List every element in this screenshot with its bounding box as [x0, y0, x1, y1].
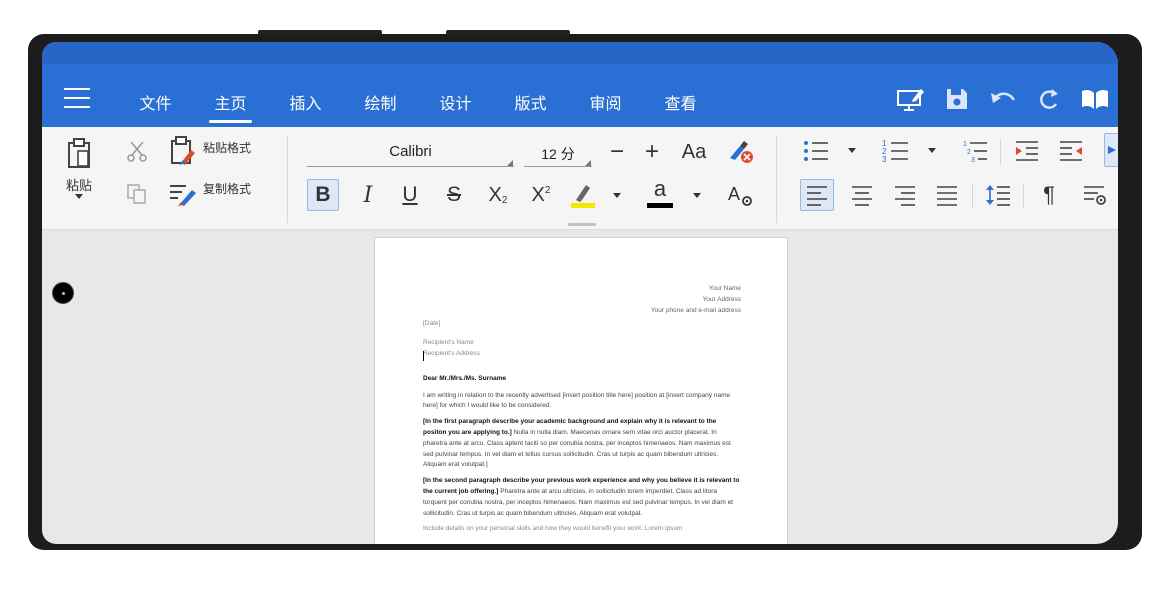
paragraph-one: [In the first paragraph describe your ac… — [423, 417, 741, 471]
divider — [1023, 183, 1024, 209]
cut-icon[interactable] — [124, 139, 150, 163]
save-icon[interactable] — [934, 84, 980, 114]
recipient-address: Recipient's Address — [423, 349, 480, 357]
font-size-field[interactable]: 12 分 — [524, 141, 592, 167]
tab-review[interactable]: 审阅 — [568, 87, 643, 123]
ribbon-collapse-handle[interactable] — [568, 223, 596, 226]
underline-button[interactable]: U — [394, 179, 426, 211]
paste-icon[interactable] — [66, 137, 92, 169]
change-case-button[interactable]: Aa — [679, 139, 709, 165]
highlight-icon[interactable] — [566, 179, 600, 211]
format-painter-icon[interactable] — [168, 179, 198, 207]
font-color-letter: a — [653, 176, 667, 201]
paste-label[interactable]: 粘贴 — [66, 175, 92, 194]
document-body: Your Name Your Address Your phone and e-… — [423, 284, 741, 535]
increase-indent-icon[interactable] — [1012, 137, 1042, 165]
tab-home[interactable]: 主页 — [193, 87, 268, 123]
tab-layout[interactable]: 版式 — [493, 87, 568, 123]
bold-button[interactable]: B — [307, 179, 339, 211]
font-settings-icon[interactable]: A — [725, 179, 755, 211]
title-bar: 文件 主页 插入 绘制 设计 版式 审阅 查看 — [42, 42, 1118, 127]
align-left-icon[interactable] — [800, 179, 834, 211]
font-name-field[interactable]: Calibri — [307, 141, 514, 167]
tab-file[interactable]: 文件 — [118, 87, 193, 123]
decrease-indent-icon[interactable] — [1056, 137, 1086, 165]
text-cursor — [423, 351, 424, 361]
tab-view[interactable]: 查看 — [643, 87, 718, 123]
superscript-button[interactable]: X2 — [525, 179, 557, 211]
text-direction-icon[interactable] — [1104, 133, 1118, 167]
justify-icon[interactable] — [930, 179, 964, 211]
decrease-font-icon[interactable]: − — [605, 138, 629, 165]
volume-button — [258, 30, 382, 35]
salutation: Dear Mr./Mrs./Ms. Surname — [423, 374, 507, 382]
document-page[interactable]: Your Name Your Address Your phone and e-… — [374, 237, 788, 544]
font-size-dropdown-icon[interactable] — [585, 160, 591, 166]
divider — [972, 183, 973, 209]
sender-address: Your Address — [702, 295, 741, 303]
italic-button[interactable]: I — [352, 179, 384, 211]
date-line: [Date] — [423, 320, 441, 328]
divider — [776, 135, 777, 223]
increase-font-icon[interactable]: + — [640, 138, 664, 165]
paragraph-three-partial: Include details on your personal skills … — [423, 525, 683, 533]
superscript-2: 2 — [544, 184, 551, 196]
power-button — [446, 30, 570, 35]
font-name-dropdown-icon[interactable] — [507, 160, 513, 166]
align-center-icon[interactable] — [845, 179, 879, 211]
ribbon-tabs: 文件 主页 插入 绘制 设计 版式 审阅 查看 — [118, 87, 718, 123]
tab-insert[interactable]: 插入 — [268, 87, 343, 123]
recipient-name: Recipient's Name — [423, 339, 474, 347]
copy-format-label[interactable]: 复制格式 — [203, 180, 251, 197]
divider — [287, 135, 288, 223]
front-camera — [52, 282, 74, 304]
intro-paragraph: I am writing in relation to the recently… — [423, 391, 731, 410]
highlight-dropdown-icon[interactable] — [613, 193, 621, 198]
clear-format-icon[interactable] — [725, 139, 755, 165]
present-icon[interactable] — [888, 84, 934, 114]
undo-icon[interactable] — [980, 84, 1026, 114]
bullet-list-icon[interactable] — [800, 137, 832, 165]
sender-name: Your Name — [708, 285, 741, 292]
svg-text:3: 3 — [971, 157, 975, 164]
line-spacing-icon[interactable] — [981, 179, 1015, 211]
sender-contact: Your phone and e-mail address — [650, 306, 741, 314]
font-color-button[interactable]: a — [645, 177, 675, 209]
subscript-x: X — [488, 183, 502, 206]
align-right-icon[interactable] — [888, 179, 922, 211]
paste-format-icon[interactable] — [168, 135, 198, 167]
redo-icon[interactable] — [1026, 84, 1072, 114]
divider — [1000, 139, 1001, 165]
svg-text:2: 2 — [967, 149, 971, 156]
home-ribbon: 粘贴 粘贴格式 复制格式 Calibri 12 分 − + Aa B I U S — [42, 127, 1118, 230]
app-screen: 文件 主页 插入 绘制 设计 版式 审阅 查看 粘贴 粘贴格式 复制格式 Cal… — [42, 42, 1118, 544]
copy-icon[interactable] — [124, 181, 150, 207]
svg-text:3: 3 — [882, 155, 887, 164]
subscript-2: 2 — [501, 194, 508, 206]
paragraph-two: [In the second paragraph describe your p… — [423, 476, 741, 519]
title-bar-actions — [888, 84, 1118, 114]
svg-text:1: 1 — [963, 141, 967, 148]
show-formatting-icon[interactable]: ¶ — [1032, 179, 1066, 211]
numbered-list-icon[interactable]: 123 — [880, 137, 912, 165]
paste-format-label[interactable]: 粘贴格式 — [203, 139, 251, 156]
paragraph-settings-icon[interactable] — [1078, 179, 1112, 211]
tab-draw[interactable]: 绘制 — [343, 87, 418, 123]
status-strip — [42, 42, 1118, 64]
font-color-dropdown-icon[interactable] — [693, 193, 701, 198]
svg-text:A: A — [728, 184, 740, 204]
subscript-button[interactable]: X2 — [482, 179, 514, 211]
multilevel-list-icon[interactable]: 123 — [959, 137, 991, 165]
bullet-list-dropdown-icon[interactable] — [848, 148, 856, 153]
strikethrough-button[interactable]: S — [438, 179, 470, 211]
tab-design[interactable]: 设计 — [418, 87, 493, 123]
read-mode-icon[interactable] — [1072, 84, 1118, 114]
superscript-x: X — [531, 183, 545, 206]
paste-dropdown-icon[interactable] — [75, 194, 83, 199]
numbered-list-dropdown-icon[interactable] — [928, 148, 936, 153]
hamburger-menu-icon[interactable] — [64, 88, 90, 108]
font-color-swatch — [647, 203, 673, 208]
